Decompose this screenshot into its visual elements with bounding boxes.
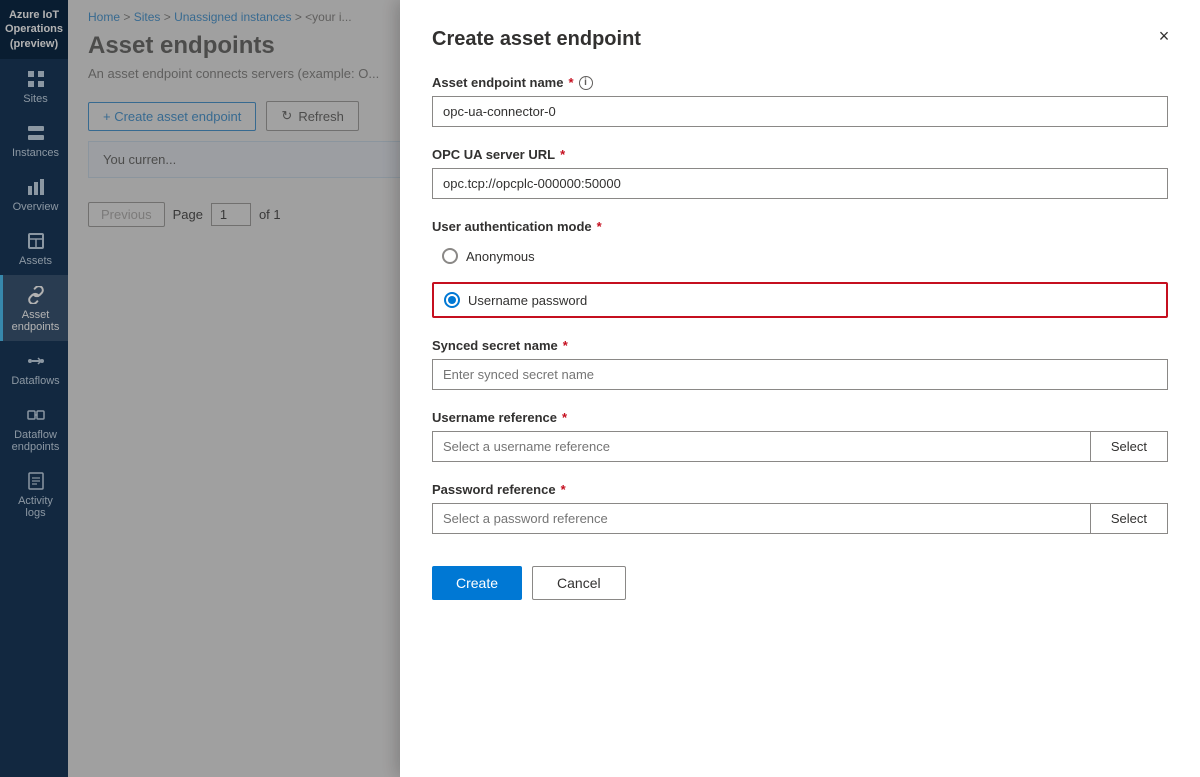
radio-username-password[interactable]: Username password (432, 282, 1168, 318)
required-indicator: * (568, 75, 573, 90)
server-url-label: OPC UA server URL * (432, 147, 1168, 162)
required-indicator-2: * (560, 147, 565, 162)
auth-mode-field: User authentication mode * Anonymous Use… (432, 219, 1168, 318)
server-url-field: OPC UA server URL * (432, 147, 1168, 199)
cancel-button[interactable]: Cancel (532, 566, 626, 600)
radio-circle-anonymous (442, 248, 458, 264)
create-button[interactable]: Create (432, 566, 522, 600)
modal-backdrop: Create asset endpoint × Asset endpoint n… (0, 0, 1200, 777)
password-ref-label: Password reference * (432, 482, 1168, 497)
username-ref-label: Username reference * (432, 410, 1168, 425)
username-ref-input[interactable] (432, 431, 1091, 462)
auth-mode-radio-group: Anonymous Username password (432, 240, 1168, 318)
password-ref-field: Password reference * Select (432, 482, 1168, 534)
server-url-input[interactable] (432, 168, 1168, 199)
username-ref-field: Username reference * Select (432, 410, 1168, 462)
password-ref-input-group: Select (432, 503, 1168, 534)
radio-anonymous[interactable]: Anonymous (432, 240, 1168, 272)
radio-circle-username-password (444, 292, 460, 308)
auth-mode-label: User authentication mode * (432, 219, 1168, 234)
username-ref-select-button[interactable]: Select (1091, 431, 1168, 462)
synced-secret-label: Synced secret name * (432, 338, 1168, 353)
password-ref-select-button[interactable]: Select (1091, 503, 1168, 534)
info-icon[interactable]: i (579, 76, 593, 90)
close-button[interactable]: × (1148, 20, 1180, 52)
endpoint-name-label: Asset endpoint name * i (432, 75, 1168, 90)
synced-secret-field: Synced secret name * (432, 338, 1168, 390)
username-ref-input-group: Select (432, 431, 1168, 462)
modal-title: Create asset endpoint (432, 28, 1168, 51)
synced-secret-input[interactable] (432, 359, 1168, 390)
endpoint-name-input[interactable] (432, 96, 1168, 127)
required-indicator-4: * (563, 338, 568, 353)
required-indicator-6: * (561, 482, 566, 497)
endpoint-name-field: Asset endpoint name * i (432, 75, 1168, 127)
required-indicator-5: * (562, 410, 567, 425)
modal-panel: Create asset endpoint × Asset endpoint n… (400, 0, 1200, 777)
radio-label-anonymous: Anonymous (466, 249, 535, 264)
modal-footer: Create Cancel (432, 566, 1168, 600)
password-ref-input[interactable] (432, 503, 1091, 534)
required-indicator-3: * (597, 219, 602, 234)
radio-label-username-password: Username password (468, 293, 587, 308)
